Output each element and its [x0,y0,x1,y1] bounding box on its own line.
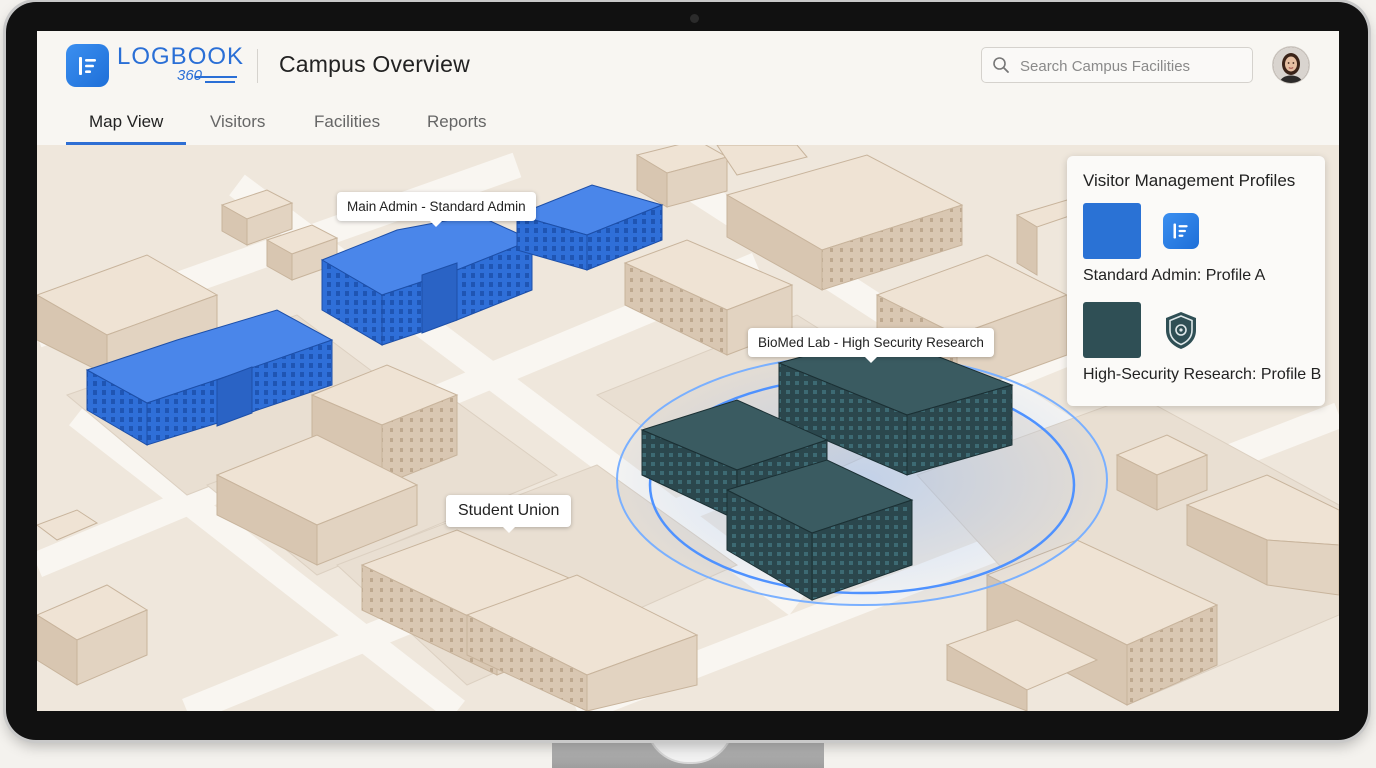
app-screen: LOGBOOK 360 Campus Overview Search Campu… [37,31,1339,711]
profile-a-color-swatch[interactable] [1083,203,1141,259]
map-label-student-union[interactable]: Student Union [446,495,572,533]
logo-underline [195,76,237,78]
logbook-logo-icon[interactable] [66,44,109,87]
panel-title: Visitor Management Profiles [1083,171,1296,190]
app-header: LOGBOOK 360 Campus Overview [37,31,1339,102]
shield-icon [1163,310,1199,355]
tab-visitors[interactable]: Visitors [210,112,265,132]
page-title: Campus Overview [279,51,470,77]
search-box[interactable] [981,47,1253,84]
tab-reports[interactable]: Reports [427,112,487,132]
header-divider [257,49,258,83]
tab-map-view[interactable]: Map View [89,112,163,132]
logbook-icon [1163,213,1199,249]
map-label-main-admin[interactable]: Main Admin - Standard Admin [337,192,536,227]
profile-a-label: Standard Admin: Profile A [1083,267,1266,284]
profile-b-color-swatch[interactable] [1083,302,1141,358]
user-avatar[interactable] [1273,47,1309,83]
search-icon [992,56,1010,79]
visitor-profiles-panel: Visitor Management Profiles Standard Adm… [1067,156,1325,406]
search-input[interactable] [1018,48,1248,84]
logo-underline-2 [205,81,235,83]
webcam [690,14,699,23]
profile-b-label: High-Security Research: Profile B [1083,366,1322,383]
nav-tabs: Map View Visitors Facilities Reports [37,101,1339,146]
logo-word: LOGBOOK [117,43,245,70]
map-label-biomed-lab[interactable]: BioMed Lab - High Security Research [748,328,994,363]
tab-facilities[interactable]: Facilities [314,112,380,132]
logo-wordmark: LOGBOOK 360 [117,43,245,85]
